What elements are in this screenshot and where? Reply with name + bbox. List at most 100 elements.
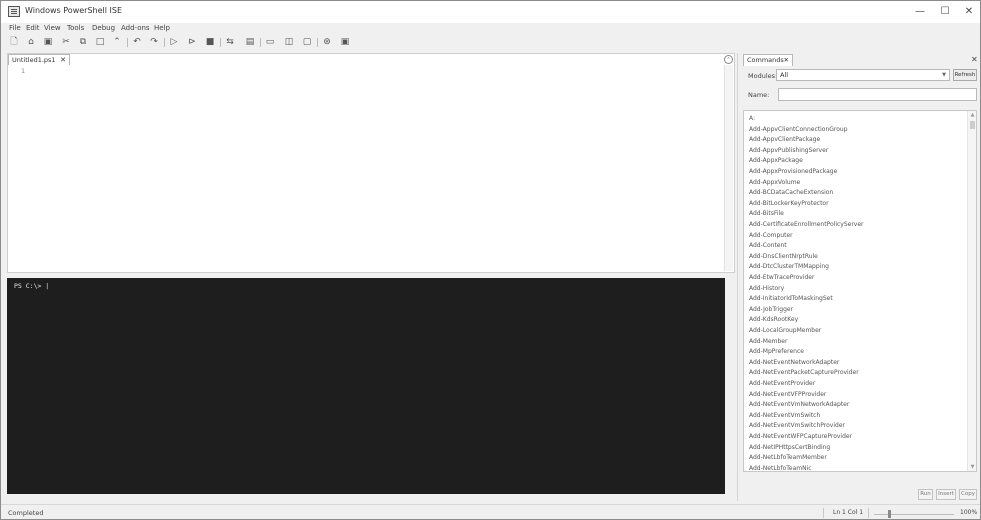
- maximize-button[interactable]: ☐: [938, 5, 952, 19]
- redo-icon[interactable]: ↷: [149, 37, 159, 47]
- scroll-down-icon[interactable]: ▼: [968, 464, 976, 470]
- command-list-item[interactable]: Add-NetLbfoTeamNic: [749, 465, 812, 471]
- commands-list[interactable]: ▲ ▼ A: Add-AppvClientConnectionGroup Add-A…: [743, 110, 977, 472]
- clear-console-icon[interactable]: ⌃: [112, 37, 122, 47]
- command-list-item[interactable]: Add-NetEventVmNetworkAdapter: [749, 401, 849, 408]
- script-editor[interactable]: 1: [8, 65, 724, 271]
- modules-label: Modules:: [748, 72, 778, 80]
- cursor-position: Ln 1 Col 1: [833, 509, 864, 516]
- copy-command-button[interactable]: Copy: [959, 489, 977, 500]
- run-selection-icon[interactable]: ⊳: [187, 37, 197, 47]
- tab-label: Untitled1.ps1: [12, 56, 56, 64]
- command-list-item[interactable]: Add-NetEventPacketCaptureProvider: [749, 369, 859, 376]
- powershell-ise-window: Windows PowerShell ISE — ☐ ✕ File Edit V…: [0, 0, 981, 520]
- command-list-item[interactable]: Add-Computer: [749, 232, 793, 239]
- command-list-item[interactable]: Add-NetIPHttpsCertBinding: [749, 444, 830, 451]
- stop-icon[interactable]: ■: [205, 37, 215, 47]
- status-bar: Completed Ln 1 Col 1 100%: [1, 504, 980, 519]
- close-tab-icon[interactable]: ✕: [60, 55, 66, 65]
- show-script-pane-maximized-icon[interactable]: ▢: [302, 37, 312, 47]
- menu-edit[interactable]: Edit: [26, 24, 40, 32]
- command-list-item[interactable]: Add-AppxProvisionedPackage: [749, 168, 837, 175]
- command-list-item[interactable]: Add-Member: [749, 338, 787, 345]
- command-list-item[interactable]: Add-JobTrigger: [749, 306, 793, 313]
- menu-file[interactable]: File: [9, 24, 21, 32]
- command-list-item[interactable]: Add-AppvPublishingServer: [749, 147, 828, 154]
- command-list-item[interactable]: Add-LocalGroupMember: [749, 327, 821, 334]
- commands-tab-label: Commands: [747, 56, 784, 64]
- command-list-item[interactable]: Add-NetLbfoTeamMember: [749, 454, 827, 461]
- command-list-item[interactable]: Add-NetEventVFPProvider: [749, 391, 826, 398]
- menu-help[interactable]: Help: [154, 24, 170, 32]
- command-list-item[interactable]: Add-AppvClientConnectionGroup: [749, 126, 848, 133]
- cut-icon[interactable]: ✂: [61, 37, 71, 47]
- editor-scrollbar[interactable]: [724, 65, 733, 271]
- command-list-item[interactable]: Add-AppxPackage: [749, 157, 803, 164]
- run-script-icon[interactable]: ▷: [169, 37, 179, 47]
- command-list-item[interactable]: Add-DnsClientNrptRule: [749, 253, 818, 260]
- start-powershell-icon[interactable]: ▤: [245, 37, 255, 47]
- run-command-button[interactable]: Run: [918, 489, 933, 500]
- minimize-button[interactable]: —: [913, 5, 927, 19]
- tab-untitled1-ps1[interactable]: Untitled1.ps1 ✕: [8, 54, 70, 65]
- command-list-item[interactable]: Add-NetEventVmSwitch: [749, 412, 820, 419]
- paste-icon[interactable]: □: [95, 37, 105, 47]
- tab-commands[interactable]: Commands ✕: [743, 54, 793, 66]
- command-list-item[interactable]: Add-DtcClusterTMMapping: [749, 263, 829, 270]
- toolbar-separator: [220, 38, 221, 47]
- menu-view[interactable]: View: [44, 24, 61, 32]
- new-file-icon[interactable]: 🗋: [9, 37, 19, 47]
- copy-icon[interactable]: ⧉: [78, 37, 88, 47]
- refresh-button[interactable]: Refresh: [953, 69, 977, 81]
- close-commands-pane-icon[interactable]: ✕: [971, 55, 978, 64]
- command-list-item[interactable]: Add-Content: [749, 242, 787, 249]
- status-text: Completed: [8, 509, 44, 517]
- undo-icon[interactable]: ↶: [132, 37, 142, 47]
- command-list-item[interactable]: Add-History: [749, 285, 784, 292]
- open-file-icon[interactable]: ⌂: [26, 37, 36, 47]
- command-list-item[interactable]: Add-AppxVolume: [749, 179, 800, 186]
- scroll-up-icon[interactable]: ▲: [968, 112, 976, 118]
- modules-selected-value: All: [780, 71, 789, 79]
- save-icon[interactable]: ▣: [43, 37, 53, 47]
- command-list-item[interactable]: Add-NetEventNetworkAdapter: [749, 359, 839, 366]
- toolbar-separator: [164, 38, 165, 47]
- command-list-item[interactable]: Add-BitLockerKeyProtector: [749, 200, 829, 207]
- command-list-item[interactable]: Add-NetEventProvider: [749, 380, 815, 387]
- commands-list-scrollbar[interactable]: ▲ ▼: [967, 111, 976, 471]
- command-list-item[interactable]: Add-MpPreference: [749, 348, 804, 355]
- show-script-pane-right-icon[interactable]: ◫: [284, 37, 294, 47]
- command-list-item[interactable]: Add-CertificateEnrollmentPolicyServer: [749, 221, 864, 228]
- console-scrollbar[interactable]: [725, 278, 734, 494]
- toolbar-separator: [317, 38, 318, 47]
- command-list-item[interactable]: Add-InitiatorIdToMaskingSet: [749, 295, 833, 302]
- command-list-item[interactable]: A:: [749, 115, 755, 122]
- console-prompt: PS C:\> |: [14, 282, 50, 290]
- window-title: Windows PowerShell ISE: [25, 6, 122, 15]
- console-pane[interactable]: PS C:\> |: [7, 278, 725, 494]
- menu-add-ons[interactable]: Add-ons: [121, 24, 150, 32]
- remote-powershell-icon[interactable]: ⇆: [225, 37, 235, 47]
- close-commands-tab-icon[interactable]: ✕: [784, 55, 789, 66]
- command-list-item[interactable]: Add-BCDataCacheExtension: [749, 189, 833, 196]
- zoom-slider-thumb[interactable]: [888, 510, 891, 518]
- close-window-button[interactable]: ✕: [962, 5, 976, 19]
- command-list-item[interactable]: Add-AppvClientPackage: [749, 136, 820, 143]
- command-list-item[interactable]: Add-NetEventWFPCaptureProvider: [749, 433, 852, 440]
- command-list-item[interactable]: Add-NetEventVmSwitchProvider: [749, 422, 845, 429]
- zoom-slider[interactable]: [874, 514, 954, 515]
- name-filter-input[interactable]: [778, 88, 977, 101]
- show-command-window-icon[interactable]: ⊛: [322, 37, 332, 47]
- menu-debug[interactable]: Debug: [92, 24, 115, 32]
- command-list-item[interactable]: Add-EtwTraceProvider: [749, 274, 814, 281]
- insert-command-button[interactable]: Insert: [936, 489, 956, 500]
- command-list-item[interactable]: Add-KdsRootKey: [749, 316, 798, 323]
- modules-select[interactable]: All ▼: [776, 69, 950, 81]
- powershell-ise-app-icon: [8, 6, 20, 17]
- collapse-script-pane-icon[interactable]: ⌃: [724, 55, 733, 64]
- show-command-addon-icon[interactable]: ▣: [340, 37, 350, 47]
- show-script-pane-top-icon[interactable]: ▭: [265, 37, 275, 47]
- command-list-item[interactable]: Add-BitsFile: [749, 210, 784, 217]
- menu-tools[interactable]: Tools: [67, 24, 84, 32]
- scroll-thumb[interactable]: [970, 121, 975, 129]
